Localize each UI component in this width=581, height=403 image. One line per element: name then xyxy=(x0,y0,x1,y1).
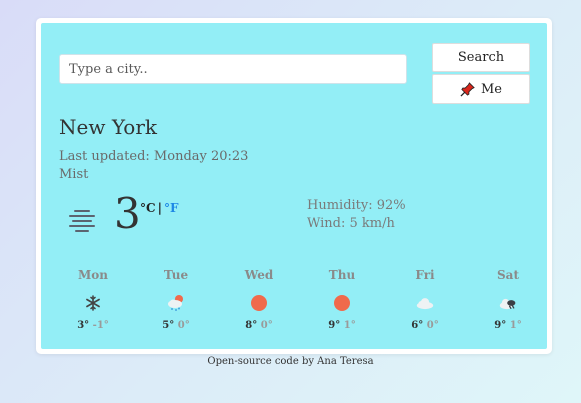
wind-speed: Wind: 5 km/h xyxy=(307,216,395,231)
forecast-day-name: Wed xyxy=(244,268,274,282)
forecast-day: Wed 8° 0° xyxy=(224,268,294,331)
city-search-input[interactable] xyxy=(59,54,407,84)
pushpin-icon xyxy=(460,81,475,97)
forecast-day-name: Fri xyxy=(415,268,435,282)
forecast-max: 3° xyxy=(77,320,90,331)
forecast-day-name: Sat xyxy=(497,268,519,282)
snowflake-icon xyxy=(86,295,100,311)
weather-panel: Search Me New York Last updated: Monday … xyxy=(40,22,548,350)
forecast-day-name: Thu xyxy=(328,268,356,282)
celsius-unit[interactable]: °C xyxy=(140,201,156,215)
cloud-rain-icon xyxy=(499,298,516,310)
weather-description: Mist xyxy=(59,167,89,182)
forecast-day: Sat 9° 1° xyxy=(473,268,543,331)
unit-toggle: °C | °F xyxy=(140,201,178,215)
forecast-min: 1° xyxy=(509,320,522,331)
forecast-min: 0° xyxy=(260,320,273,331)
mist-icon xyxy=(69,210,95,232)
weather-card: Search Me New York Last updated: Monday … xyxy=(36,18,552,354)
forecast-row: Mon 3° -1° Tue 5° 0° Wed 8° 0° Thu 9° 1°… xyxy=(46,268,544,338)
forecast-min: 0° xyxy=(426,320,439,331)
forecast-temps: 8° 0° xyxy=(224,320,294,331)
forecast-day: Mon 3° -1° xyxy=(58,268,128,331)
footer-author: by Ana Teresa xyxy=(298,356,374,367)
forecast-day-name: Mon xyxy=(77,268,108,282)
sun-cloud-snow-icon xyxy=(168,295,183,311)
unit-separator: | xyxy=(157,201,162,215)
forecast-temps: 9° 1° xyxy=(307,320,377,331)
sun-icon xyxy=(334,295,350,311)
last-updated: Last updated: Monday 20:23 xyxy=(59,149,249,164)
forecast-min: -1° xyxy=(92,320,109,331)
current-location-label: Me xyxy=(480,81,502,97)
footer-credit: Open-source code by Ana Teresa xyxy=(0,356,581,367)
forecast-temps: 5° 0° xyxy=(141,320,211,331)
search-button[interactable]: Search xyxy=(432,43,530,72)
forecast-day: Thu 9° 1° xyxy=(307,268,377,331)
search-button-label: Search xyxy=(457,50,505,65)
forecast-day-name: Tue xyxy=(163,268,189,282)
source-code-link[interactable]: Open-source code xyxy=(207,356,298,367)
current-location-button[interactable]: Me xyxy=(432,74,530,104)
forecast-day: Fri 6° 0° xyxy=(390,268,460,331)
forecast-day: Tue 5° 0° xyxy=(141,268,211,331)
humidity: Humidity: 92% xyxy=(307,198,406,213)
forecast-max: 9° xyxy=(494,320,507,331)
forecast-max: 6° xyxy=(411,320,424,331)
city-name: New York xyxy=(59,115,157,139)
cloud-icon xyxy=(416,298,434,310)
forecast-max: 9° xyxy=(328,320,341,331)
forecast-min: 0° xyxy=(177,320,190,331)
current-temperature: 3 xyxy=(114,189,141,238)
forecast-min: 1° xyxy=(343,320,356,331)
forecast-temps: 6° 0° xyxy=(390,320,460,331)
forecast-max: 5° xyxy=(162,320,175,331)
forecast-temps: 9° 1° xyxy=(473,320,543,331)
sun-icon xyxy=(251,295,267,311)
forecast-temps: 3° -1° xyxy=(58,320,128,331)
fahrenheit-link[interactable]: °F xyxy=(164,201,179,215)
forecast-max: 8° xyxy=(245,320,258,331)
